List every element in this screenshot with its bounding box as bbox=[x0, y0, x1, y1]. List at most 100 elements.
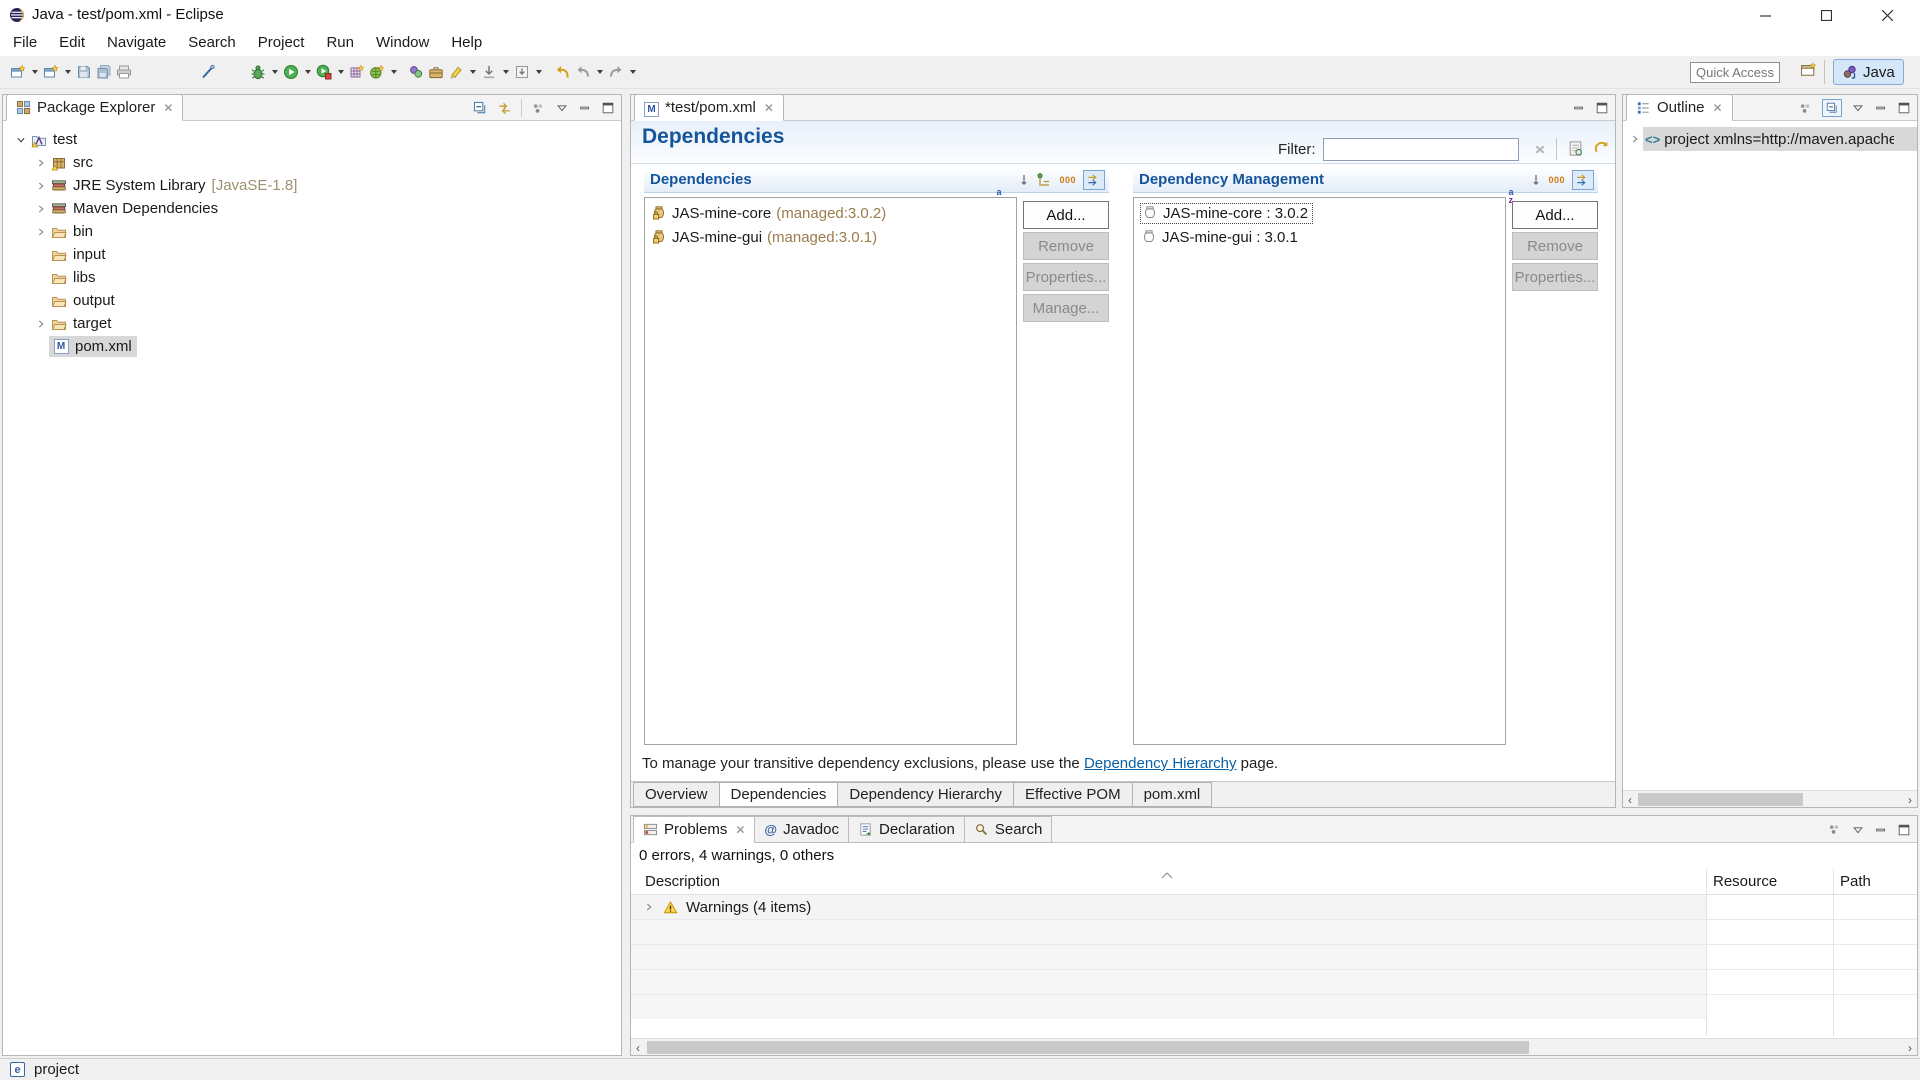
debug-dropdown-icon[interactable] bbox=[270, 62, 279, 82]
dependency-item-selected[interactable]: JAS-mine-core : 3.0.2 bbox=[1134, 201, 1505, 225]
tree-item-output[interactable]: output bbox=[3, 289, 621, 312]
close-icon[interactable]: ✕ bbox=[764, 101, 774, 115]
save-all-icon[interactable] bbox=[94, 62, 114, 82]
menu-run[interactable]: Run bbox=[315, 30, 365, 56]
tree-item-pom-xml[interactable]: M pom.xml bbox=[3, 335, 621, 358]
menu-help[interactable]: Help bbox=[440, 30, 493, 56]
dependency-management-remove-button[interactable]: Remove bbox=[1512, 232, 1598, 260]
new-wizard-icon[interactable] bbox=[8, 62, 28, 82]
minimize-view-icon[interactable] bbox=[1874, 101, 1888, 115]
java-perspective-button[interactable]: Java bbox=[1833, 59, 1904, 85]
tree-item-jre-system-library[interactable]: JRE System Library [JavaSE-1.8] bbox=[3, 174, 621, 197]
new-java-project-dropdown-icon[interactable] bbox=[63, 62, 72, 82]
dependency-item[interactable]: JAS-mine-core (managed:3.0.2) bbox=[645, 201, 1016, 225]
outline-item-project[interactable]: <> project xmlns=http://maven.apache.or bbox=[1623, 127, 1917, 151]
open-perspective-icon[interactable] bbox=[1800, 62, 1817, 79]
grid-star-icon[interactable] bbox=[347, 62, 367, 82]
refresh-pom-icon[interactable] bbox=[1593, 140, 1610, 157]
coverage-icon[interactable] bbox=[314, 62, 334, 82]
sort-alphabetically-icon[interactable]: az bbox=[996, 172, 1029, 204]
chevron-collapsed-icon[interactable] bbox=[641, 899, 657, 915]
show-version-icon[interactable]: 000 bbox=[1548, 175, 1565, 185]
view-menu-icon[interactable] bbox=[1798, 101, 1813, 116]
next-annotation-dropdown-icon[interactable] bbox=[501, 62, 510, 82]
debug-icon[interactable] bbox=[248, 62, 268, 82]
menu-file[interactable]: File bbox=[2, 30, 48, 56]
open-task-icon[interactable] bbox=[426, 62, 446, 82]
dependencies-properties-button[interactable]: Properties... bbox=[1023, 263, 1109, 291]
close-window-button[interactable] bbox=[1863, 0, 1911, 30]
quick-access-input[interactable] bbox=[1690, 62, 1780, 83]
tree-item-test[interactable]: test bbox=[3, 128, 621, 151]
menu-project[interactable]: Project bbox=[247, 30, 316, 56]
chevron-expanded-icon[interactable] bbox=[13, 132, 29, 148]
dependencies-remove-button[interactable]: Remove bbox=[1023, 232, 1109, 260]
previous-annotation-dropdown-icon[interactable] bbox=[534, 62, 543, 82]
globe-star-dropdown-icon[interactable] bbox=[389, 62, 398, 82]
chevron-collapsed-icon[interactable] bbox=[1627, 131, 1643, 147]
run-icon[interactable] bbox=[281, 62, 301, 82]
dependency-item[interactable]: JAS-mine-gui : 3.0.1 bbox=[1134, 225, 1505, 249]
collapse-all-icon[interactable] bbox=[1822, 99, 1842, 117]
dependencies-list[interactable]: JAS-mine-core (managed:3.0.2) JAS-mine-g… bbox=[644, 197, 1017, 745]
minimize-view-icon[interactable] bbox=[1572, 101, 1586, 115]
column-resource[interactable]: Resource bbox=[1713, 873, 1777, 890]
warnings-group-row[interactable]: Warnings (4 items) bbox=[631, 895, 1706, 919]
forward-icon[interactable] bbox=[606, 62, 626, 82]
minimize-view-icon[interactable] bbox=[578, 101, 592, 115]
tree-item-target[interactable]: target bbox=[3, 312, 621, 335]
scrollbar-thumb[interactable] bbox=[647, 1041, 1529, 1054]
save-icon[interactable] bbox=[74, 62, 94, 82]
scroll-left-icon[interactable]: ‹ bbox=[631, 1039, 645, 1056]
expand-hierarchy-icon[interactable] bbox=[1083, 169, 1105, 190]
sort-alphabetically-icon[interactable]: az bbox=[1508, 172, 1541, 204]
scroll-left-icon[interactable]: ‹ bbox=[1623, 791, 1637, 808]
next-annotation-icon[interactable] bbox=[479, 62, 499, 82]
chevron-collapsed-icon[interactable] bbox=[33, 201, 49, 217]
view-dropdown-icon[interactable] bbox=[1851, 101, 1865, 115]
link-with-editor-icon[interactable] bbox=[497, 101, 512, 116]
outline-tab[interactable]: Outline ✕ bbox=[1626, 94, 1733, 121]
tab-problems[interactable]: Problems ✕ bbox=[633, 816, 756, 843]
maximize-view-icon[interactable] bbox=[1897, 823, 1911, 837]
group-hierarchy-icon[interactable] bbox=[1036, 172, 1052, 188]
dependencies-add-button[interactable]: Add... bbox=[1023, 201, 1109, 229]
clear-filter-icon[interactable] bbox=[1533, 142, 1548, 157]
close-icon[interactable]: ✕ bbox=[163, 101, 173, 115]
close-icon[interactable]: ✕ bbox=[735, 823, 745, 837]
previous-annotation-icon[interactable] bbox=[512, 62, 532, 82]
tab-dependencies[interactable]: Dependencies bbox=[719, 782, 839, 807]
tab-pom-xml[interactable]: pom.xml bbox=[1132, 782, 1213, 807]
editor-tab-pom[interactable]: M *test/pom.xml ✕ bbox=[634, 94, 784, 121]
scroll-right-icon[interactable]: › bbox=[1903, 1039, 1917, 1056]
menu-edit[interactable]: Edit bbox=[48, 30, 96, 56]
skip-all-breakpoints-icon[interactable] bbox=[198, 62, 218, 82]
column-path[interactable]: Path bbox=[1840, 873, 1871, 890]
tab-dependency-hierarchy[interactable]: Dependency Hierarchy bbox=[838, 782, 1014, 807]
tab-effective-pom[interactable]: Effective POM bbox=[1014, 782, 1133, 807]
tree-item-src[interactable]: src bbox=[3, 151, 621, 174]
outline-horizontal-scrollbar[interactable]: ‹ › bbox=[1623, 790, 1917, 807]
tab-overview[interactable]: Overview bbox=[633, 782, 720, 807]
filter-input[interactable] bbox=[1323, 138, 1519, 161]
tree-item-bin[interactable]: bin bbox=[3, 220, 621, 243]
tab-javadoc[interactable]: @ Javadoc bbox=[755, 816, 849, 843]
print-icon[interactable] bbox=[114, 62, 134, 82]
package-explorer-tab[interactable]: Package Explorer ✕ bbox=[6, 94, 184, 121]
dependencies-manage-button[interactable]: Manage... bbox=[1023, 294, 1109, 322]
back-dropdown-icon[interactable] bbox=[595, 62, 604, 82]
view-menu-icon[interactable] bbox=[531, 101, 546, 116]
scroll-right-icon[interactable]: › bbox=[1903, 791, 1917, 808]
collapse-all-icon[interactable] bbox=[473, 101, 488, 116]
globe-star-icon[interactable] bbox=[367, 62, 387, 82]
problems-horizontal-scrollbar[interactable]: ‹ › bbox=[631, 1038, 1917, 1055]
mark-occurrences-dropdown-icon[interactable] bbox=[468, 62, 477, 82]
back-icon[interactable] bbox=[573, 62, 593, 82]
show-version-icon[interactable]: 000 bbox=[1059, 175, 1076, 185]
tree-item-maven-dependencies[interactable]: Maven Dependencies bbox=[3, 197, 621, 220]
last-edit-location-icon[interactable] bbox=[553, 62, 573, 82]
new-java-project-icon[interactable] bbox=[41, 62, 61, 82]
new-wizard-dropdown-icon[interactable] bbox=[30, 62, 39, 82]
chevron-collapsed-icon[interactable] bbox=[33, 316, 49, 332]
expand-hierarchy-icon[interactable] bbox=[1572, 169, 1594, 190]
